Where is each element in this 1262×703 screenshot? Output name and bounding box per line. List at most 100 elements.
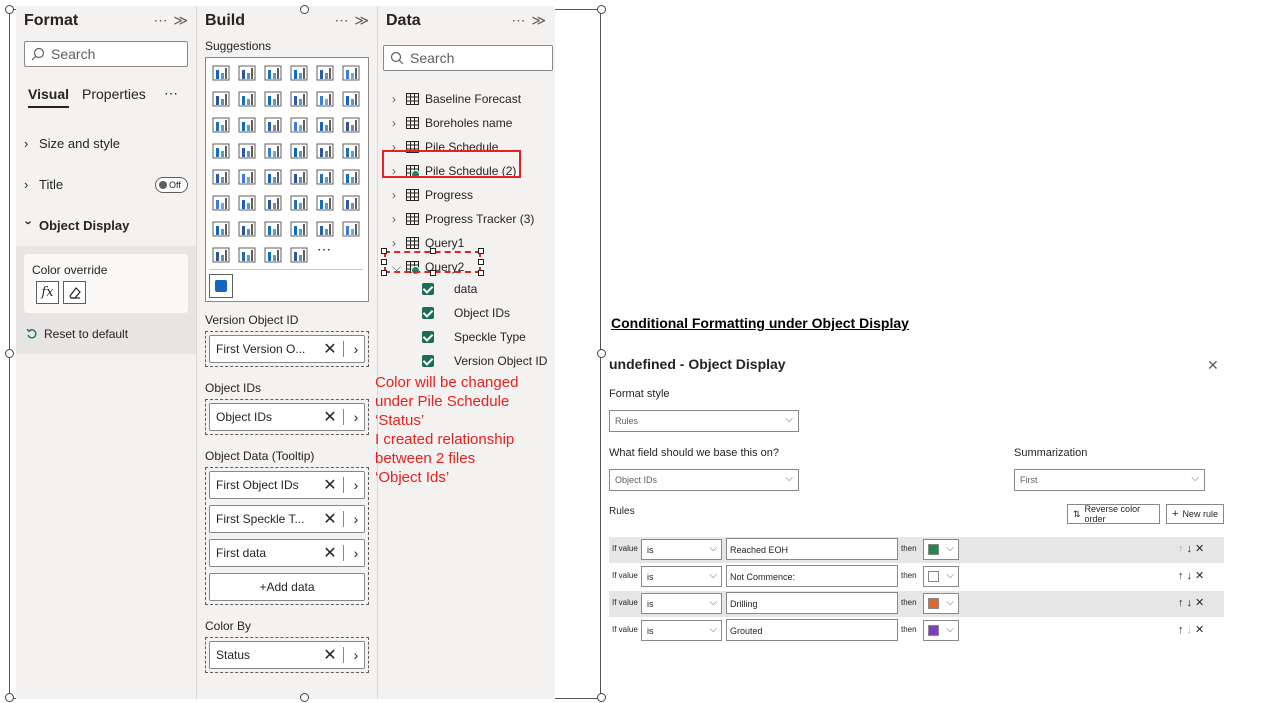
key-influencers-icon[interactable] <box>262 192 284 214</box>
format-search-input[interactable]: Search <box>24 41 188 67</box>
field-chip[interactable]: First Version O... ✕ › <box>209 335 365 363</box>
power-automate-icon[interactable] <box>314 218 336 240</box>
field-item[interactable]: data <box>422 282 477 296</box>
chevron-right-icon[interactable]: › <box>348 409 364 425</box>
resize-handle[interactable] <box>5 349 14 358</box>
stacked-area-icon[interactable] <box>262 88 284 110</box>
arrow-up-icon[interactable]: ↑ <box>1178 570 1187 582</box>
arrow-down-icon[interactable]: ↓ <box>1187 597 1196 609</box>
section-object-display[interactable]: › Object Display <box>22 218 130 233</box>
gauge-icon[interactable] <box>340 140 362 162</box>
checkbox-checked-icon[interactable] <box>422 355 434 367</box>
delete-rule-icon[interactable]: ✕ <box>1195 597 1207 609</box>
title-toggle[interactable]: Off <box>155 177 188 193</box>
rule-operator-select[interactable]: is ⌵ <box>641 620 722 641</box>
funnel-icon[interactable] <box>262 114 284 136</box>
chevron-right-icon[interactable]: › <box>392 212 404 226</box>
metrics-icon[interactable] <box>262 218 284 240</box>
r-visual-icon[interactable] <box>210 192 232 214</box>
qa-icon[interactable] <box>314 192 336 214</box>
table-item[interactable]: › Boreholes name <box>392 114 512 132</box>
rule-color-picker[interactable]: ⌵ <box>923 620 959 641</box>
rule-operator-select[interactable]: is ⌵ <box>641 593 722 614</box>
ribbon-chart-icon[interactable] <box>288 88 310 110</box>
tab-more-button[interactable]: ⋯ <box>164 85 178 102</box>
kpi-icon[interactable] <box>262 166 284 188</box>
map-icon[interactable] <box>236 140 258 162</box>
line-clustered-icon[interactable] <box>340 88 362 110</box>
resize-handle[interactable] <box>300 5 309 14</box>
more-visuals-icon[interactable] <box>340 218 362 240</box>
filled-map-icon[interactable] <box>262 140 284 162</box>
python-visual-icon[interactable] <box>236 192 258 214</box>
section-size-and-style[interactable]: › Size and style <box>24 136 120 151</box>
card-icon[interactable] <box>210 166 232 188</box>
close-icon[interactable]: ✕ <box>321 407 339 427</box>
azure-map-icon[interactable] <box>314 140 336 162</box>
summarization-select[interactable]: First ⌵ <box>1014 469 1205 491</box>
delete-rule-icon[interactable]: ✕ <box>1195 570 1207 582</box>
shape-map-icon[interactable] <box>288 140 310 162</box>
viz-more-button[interactable]: ⋯ <box>317 241 331 258</box>
reset-to-default-link[interactable]: Reset to default <box>26 327 128 341</box>
rule-value-input[interactable]: Drilling <box>726 592 898 614</box>
chevron-right-icon[interactable]: › <box>392 236 404 250</box>
treemap-icon[interactable] <box>210 140 232 162</box>
arrow-up-icon[interactable]: ↑ <box>1178 543 1187 555</box>
chevron-right-icon[interactable]: › <box>392 92 404 106</box>
table-item[interactable]: › Baseline Forecast <box>392 90 521 108</box>
clustered-bar-icon[interactable] <box>262 62 284 84</box>
chevron-right-icon[interactable]: › <box>348 647 364 663</box>
trophy-icon[interactable] <box>210 218 232 240</box>
field-item[interactable]: Object IDs <box>422 306 510 320</box>
chevron-right-icon[interactable]: › <box>348 341 364 357</box>
checkbox-checked-icon[interactable] <box>422 307 434 319</box>
ribbon-icon[interactable] <box>210 114 232 136</box>
resize-handle[interactable] <box>5 693 14 702</box>
area-chart-icon[interactable] <box>236 88 258 110</box>
fx-button[interactable]: fx <box>36 281 59 304</box>
100-bar-icon[interactable] <box>314 62 336 84</box>
data-pane-actions[interactable]: ⋯ ≫ <box>511 12 547 29</box>
field-chip[interactable]: First data ✕ › <box>209 539 365 567</box>
reverse-color-order-button[interactable]: ⇅ Reverse color order <box>1067 504 1160 524</box>
rule-operator-select[interactable]: is ⌵ <box>641 566 722 587</box>
slicer-icon[interactable] <box>288 166 310 188</box>
resize-handle[interactable] <box>597 5 606 14</box>
stacked-bar-icon[interactable] <box>210 62 232 84</box>
close-icon[interactable]: ✕ <box>321 475 339 495</box>
table-item[interactable]: › Progress Tracker (3) <box>392 210 534 228</box>
rule-color-picker[interactable]: ⌵ <box>923 566 959 587</box>
power-apps-icon[interactable] <box>288 218 310 240</box>
line-column-icon[interactable] <box>314 88 336 110</box>
custom-visual-icon[interactable] <box>210 244 232 266</box>
tab-visual[interactable]: Visual <box>28 86 69 108</box>
new-rule-button[interactable]: + New rule <box>1166 504 1224 524</box>
arrow-down-icon[interactable]: ↓ <box>1187 624 1196 636</box>
data-search-input[interactable]: Search <box>383 45 553 71</box>
decomposition-tree-icon[interactable] <box>288 192 310 214</box>
table-item[interactable]: › Progress <box>392 186 473 204</box>
resize-handle[interactable] <box>300 693 309 702</box>
chevron-right-icon[interactable]: › <box>392 116 404 130</box>
chevron-right-icon[interactable]: › <box>348 511 364 527</box>
rule-value-input[interactable]: Reached EOH <box>726 538 898 560</box>
selected-viz-button[interactable] <box>209 274 233 298</box>
power-bi-icon[interactable] <box>236 244 258 266</box>
field-item[interactable]: Speckle Type <box>422 330 526 344</box>
clustered-column-icon[interactable] <box>288 62 310 84</box>
arrow-up-icon[interactable]: ↑ <box>1178 597 1187 609</box>
stacked-column-icon[interactable] <box>236 62 258 84</box>
line-chart-icon[interactable] <box>210 88 232 110</box>
delete-rule-icon[interactable]: ✕ <box>1195 543 1207 555</box>
chevron-right-icon[interactable]: › <box>348 477 364 493</box>
eraser-button[interactable] <box>63 281 86 304</box>
narrative-icon[interactable] <box>340 192 362 214</box>
tab-properties[interactable]: Properties <box>82 86 146 102</box>
table-item[interactable]: › Query1 <box>392 234 464 252</box>
section-title[interactable]: › Title <box>24 177 63 192</box>
format-style-select[interactable]: Rules ⌵ <box>609 410 799 432</box>
field-chip[interactable]: First Object IDs ✕ › <box>209 471 365 499</box>
tools-icon[interactable] <box>288 244 310 266</box>
checkbox-checked-icon[interactable] <box>422 283 434 295</box>
